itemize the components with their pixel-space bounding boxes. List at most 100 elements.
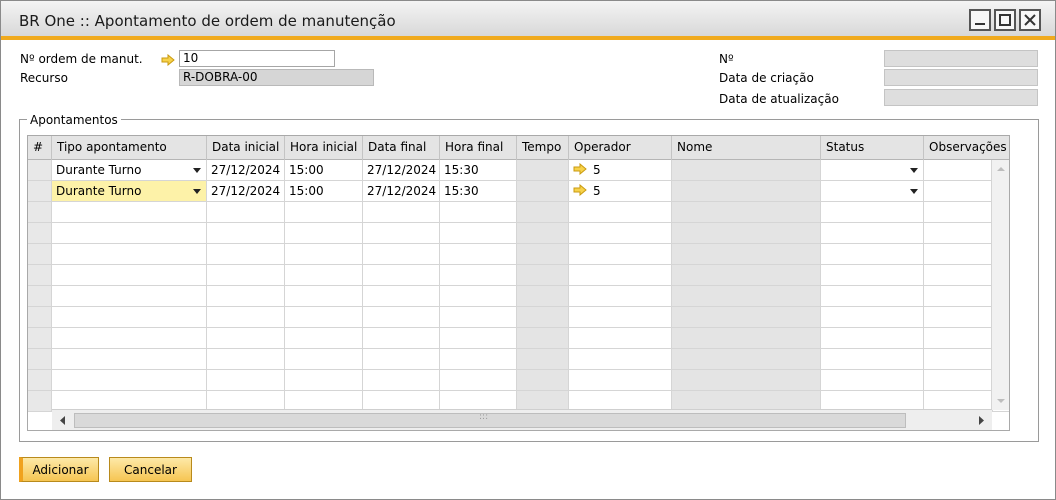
empty-cell[interactable]	[821, 286, 924, 306]
data-inicial-cell[interactable]: 27/12/2024	[207, 160, 285, 180]
empty-cell[interactable]	[28, 286, 52, 306]
table-row[interactable]: Durante Turno 27/12/2024 15:00 27/12/202…	[28, 160, 1009, 181]
hora-final-cell[interactable]: 15:30	[440, 181, 517, 201]
empty-table-row[interactable]	[28, 328, 1009, 349]
empty-cell[interactable]	[363, 286, 440, 306]
empty-cell[interactable]	[207, 244, 285, 264]
dropdown-arrow-icon[interactable]	[193, 189, 201, 194]
empty-cell[interactable]	[28, 328, 52, 348]
empty-cell[interactable]	[440, 370, 517, 390]
empty-cell[interactable]	[207, 307, 285, 327]
col-header-hora-final[interactable]: Hora final	[440, 136, 517, 160]
empty-cell[interactable]	[52, 223, 207, 243]
empty-cell[interactable]	[924, 307, 993, 327]
empty-cell[interactable]	[285, 328, 363, 348]
col-header-tempo[interactable]: Tempo	[517, 136, 569, 160]
empty-cell[interactable]	[440, 307, 517, 327]
empty-cell[interactable]	[363, 307, 440, 327]
col-header-observacoes[interactable]: Observações	[924, 136, 1009, 160]
scroll-left-icon[interactable]	[55, 411, 71, 430]
empty-cell[interactable]	[569, 202, 672, 222]
hora-inicial-cell[interactable]: 15:00	[285, 160, 363, 180]
minimize-icon[interactable]	[969, 9, 991, 31]
empty-cell[interactable]	[440, 223, 517, 243]
empty-table-row[interactable]	[28, 244, 1009, 265]
empty-cell[interactable]	[363, 391, 440, 411]
empty-cell[interactable]	[821, 370, 924, 390]
empty-cell[interactable]	[924, 265, 993, 285]
row-number-cell[interactable]	[28, 181, 52, 201]
scroll-right-icon[interactable]	[973, 411, 989, 430]
horizontal-scrollbar[interactable]: :::	[52, 409, 992, 430]
empty-cell[interactable]	[924, 244, 993, 264]
empty-cell[interactable]	[285, 391, 363, 411]
empty-table-row[interactable]	[28, 265, 1009, 286]
empty-cell[interactable]	[28, 349, 52, 369]
empty-cell[interactable]	[363, 223, 440, 243]
col-header-tipo[interactable]: Tipo apontamento	[52, 136, 207, 160]
empty-cell[interactable]	[207, 265, 285, 285]
col-header-data-final[interactable]: Data final	[363, 136, 440, 160]
cancel-button[interactable]: Cancelar	[109, 457, 192, 482]
empty-table-row[interactable]	[28, 202, 1009, 223]
empty-cell[interactable]	[821, 265, 924, 285]
empty-cell[interactable]	[52, 202, 207, 222]
scroll-down-icon[interactable]	[992, 394, 1010, 408]
col-header-status[interactable]: Status	[821, 136, 924, 160]
dropdown-arrow-icon[interactable]	[193, 168, 201, 173]
empty-cell[interactable]	[363, 244, 440, 264]
empty-cell[interactable]	[821, 349, 924, 369]
empty-cell[interactable]	[207, 349, 285, 369]
empty-cell[interactable]	[28, 244, 52, 264]
operador-cell[interactable]: 5	[569, 160, 672, 180]
empty-cell[interactable]	[569, 391, 672, 411]
tipo-cell[interactable]: Durante Turno	[52, 160, 207, 180]
empty-cell[interactable]	[363, 202, 440, 222]
link-arrow-icon[interactable]	[161, 54, 175, 66]
empty-cell[interactable]	[28, 265, 52, 285]
order-number-field[interactable]: 10	[179, 50, 335, 67]
empty-cell[interactable]	[821, 328, 924, 348]
status-cell[interactable]	[821, 181, 924, 201]
empty-cell[interactable]	[207, 202, 285, 222]
empty-cell[interactable]	[821, 307, 924, 327]
dropdown-arrow-icon[interactable]	[910, 189, 918, 194]
observacoes-cell[interactable]	[924, 160, 993, 180]
empty-cell[interactable]	[569, 223, 672, 243]
empty-cell[interactable]	[821, 202, 924, 222]
empty-cell[interactable]	[363, 265, 440, 285]
horizontal-scroll-thumb[interactable]: :::	[74, 412, 906, 428]
empty-cell[interactable]	[52, 349, 207, 369]
empty-cell[interactable]	[285, 244, 363, 264]
empty-cell[interactable]	[440, 286, 517, 306]
empty-cell[interactable]	[285, 223, 363, 243]
empty-cell[interactable]	[924, 328, 993, 348]
hora-inicial-cell[interactable]: 15:00	[285, 181, 363, 201]
empty-table-row[interactable]	[28, 223, 1009, 244]
hora-final-cell[interactable]: 15:30	[440, 160, 517, 180]
empty-cell[interactable]	[821, 244, 924, 264]
empty-cell[interactable]	[28, 370, 52, 390]
status-cell[interactable]	[821, 160, 924, 180]
col-header-operador[interactable]: Operador	[569, 136, 672, 160]
empty-cell[interactable]	[207, 223, 285, 243]
operador-cell[interactable]: 5	[569, 181, 672, 201]
empty-cell[interactable]	[363, 370, 440, 390]
empty-cell[interactable]	[924, 202, 993, 222]
empty-cell[interactable]	[569, 349, 672, 369]
empty-cell[interactable]	[285, 202, 363, 222]
empty-cell[interactable]	[821, 391, 924, 411]
empty-cell[interactable]	[285, 286, 363, 306]
empty-cell[interactable]	[207, 391, 285, 411]
dropdown-arrow-icon[interactable]	[910, 168, 918, 173]
empty-cell[interactable]	[363, 328, 440, 348]
empty-cell[interactable]	[52, 328, 207, 348]
empty-cell[interactable]	[569, 244, 672, 264]
table-row[interactable]: Durante Turno 27/12/2024 15:00 27/12/202…	[28, 181, 1009, 202]
empty-cell[interactable]	[569, 370, 672, 390]
empty-cell[interactable]	[52, 286, 207, 306]
empty-cell[interactable]	[440, 328, 517, 348]
data-final-cell[interactable]: 27/12/2024	[363, 160, 440, 180]
empty-cell[interactable]	[440, 202, 517, 222]
empty-cell[interactable]	[569, 286, 672, 306]
